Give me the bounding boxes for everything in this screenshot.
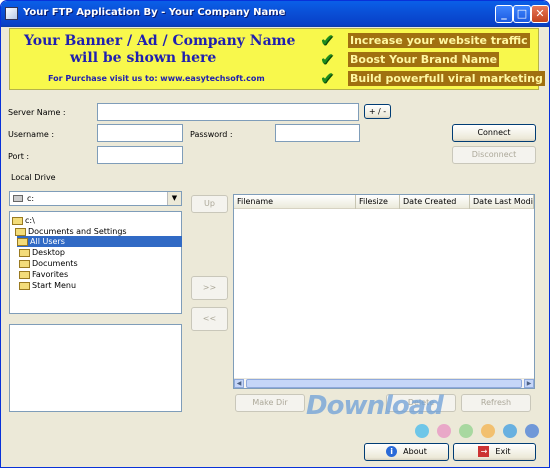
upload-button[interactable]: >> [191,276,228,300]
watermark-logo: Download [306,391,444,421]
about-button[interactable]: i About [364,443,449,461]
decor-dot [459,424,473,438]
download-button[interactable]: << [191,307,228,331]
app-window: Your FTP Application By - Your Company N… [0,0,550,468]
column-date-created[interactable]: Date Created [400,195,470,209]
tree-node[interactable]: c:\ [12,215,35,226]
checkmark-icon: ✔ [320,49,335,70]
exit-icon: → [478,446,490,457]
password-label: Password : [190,130,233,139]
decor-dot [437,424,451,438]
folder-icon [19,270,30,279]
local-folder-tree[interactable]: c:\ Documents and Settings All Users Des… [9,211,182,314]
checkmark-icon: ✔ [320,30,335,51]
maximize-button[interactable]: □ [513,5,531,23]
banner-feature-1: ✔ Increase your website traffic [320,30,530,51]
window-title: Your FTP Application By - Your Company N… [23,7,286,18]
tree-node[interactable]: Desktop [19,247,65,258]
drive-icon [13,195,23,202]
server-name-label: Server Name : [8,108,66,117]
folder-icon [19,281,30,290]
exit-button[interactable]: → Exit [453,443,536,461]
server-name-input[interactable] [97,103,359,121]
up-button[interactable]: Up [191,195,228,213]
title-bar[interactable]: Your FTP Application By - Your Company N… [1,1,549,27]
tree-node[interactable]: Documents [19,258,78,269]
banner-feature-2: ✔ Boost Your Brand Name [320,49,500,70]
banner-subheadline: will be shown here [70,50,217,66]
decor-dot [481,424,495,438]
remote-file-list-header: Filename Filesize Date Created Date Last… [234,195,534,209]
banner-feature-3: ✔ Build powerfull viral marketing [320,68,545,89]
password-input[interactable] [275,124,360,142]
folder-icon [12,216,23,225]
banner-url-text: For Purchase visit us to: www.easytechso… [48,74,265,83]
disconnect-button[interactable]: Disconnect [452,146,536,164]
column-filename[interactable]: Filename [234,195,356,209]
scroll-right-icon[interactable]: ▶ [524,379,534,388]
ad-banner[interactable]: Your Banner / Ad / Company Name will be … [9,28,545,90]
remote-file-list[interactable]: Filename Filesize Date Created Date Last… [233,194,535,389]
info-icon: i [386,446,398,457]
horizontal-scrollbar[interactable]: ◀ ▶ [234,378,534,388]
scrollbar-thumb[interactable] [246,379,522,388]
folder-open-icon [15,227,26,236]
minimize-button[interactable]: _ [495,5,513,23]
tree-node[interactable]: Start Menu [19,280,76,291]
app-icon [5,7,18,20]
folder-icon [19,259,30,268]
banner-headline: Your Banner / Ad / Company Name [24,33,296,49]
username-input[interactable] [97,124,183,142]
refresh-button[interactable]: Refresh [461,394,531,412]
toggle-server-list-button[interactable]: + / - [364,104,391,119]
tree-node[interactable]: Favorites [19,269,68,280]
local-drive-label: Local Drive [11,173,56,182]
connect-button[interactable]: Connect [452,124,536,142]
folder-open-icon [17,237,28,246]
scroll-left-icon[interactable]: ◀ [234,379,244,388]
column-filesize[interactable]: Filesize [356,195,400,209]
chevron-down-icon[interactable]: ▼ [167,192,181,205]
local-drive-select[interactable]: c: ▼ [9,191,182,206]
port-input[interactable] [97,146,183,164]
column-date-modified[interactable]: Date Last Modi... [470,195,534,209]
decor-dot [415,424,429,438]
close-button[interactable]: ✕ [531,5,549,23]
decor-dot [525,424,539,438]
local-file-list[interactable] [9,324,182,412]
make-dir-button[interactable]: Make Dir [235,394,305,412]
folder-icon [19,248,30,257]
decor-dot [503,424,517,438]
tree-node-selected[interactable]: All Users [17,236,182,247]
checkmark-icon: ✔ [320,68,335,89]
username-label: Username : [8,130,55,139]
port-label: Port : [8,152,30,161]
